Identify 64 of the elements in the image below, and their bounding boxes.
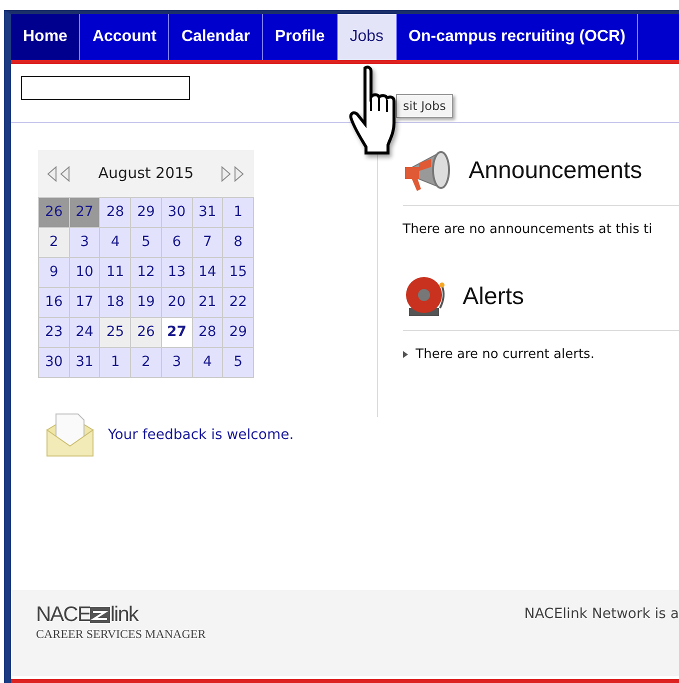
nav-tab[interactable]: Jobs [338,14,397,60]
calendar-day[interactable]: 11 [100,258,132,288]
calendar-day[interactable]: 25 [100,318,132,348]
calendar-day[interactable]: 12 [131,258,162,288]
calendar-title: August 2015 [98,163,194,184]
calendar-day[interactable]: 29 [223,318,254,348]
calendar-day[interactable]: 28 [192,318,224,348]
calendar-day[interactable]: 28 [100,198,132,228]
calendar-day[interactable]: 30 [39,348,70,378]
section-title: Alerts [462,282,524,312]
logo-subtitle: CAREER SERVICES MANAGER [36,626,206,643]
calendar-day[interactable]: 6 [162,228,193,258]
calendar-day[interactable]: 13 [162,258,193,288]
calendar-day[interactable]: 31 [192,198,224,228]
input-field[interactable] [21,76,190,100]
nav-tab[interactable]: On-campus recruiting (OCR) [396,14,638,60]
tooltip: sit Jobs [396,94,453,118]
calendar-day[interactable]: 5 [223,348,254,378]
calendar-day[interactable]: 27 [70,198,100,228]
calendar-day[interactable]: 2 [131,348,162,378]
announcement-text: There are no announcements at this ti [402,221,654,239]
logo-mark-icon [90,607,110,624]
calendar-day[interactable]: 14 [192,258,224,288]
footer-text: NACElink Network is a [524,605,679,624]
nav-tab[interactable]: Home [11,14,80,60]
logo-text: link [110,604,138,625]
calendar-day[interactable]: 8 [223,228,254,258]
calendar-day[interactable]: 2 [39,228,70,258]
calendar-day[interactable]: 23 [39,318,70,348]
calendar-day[interactable]: 29 [131,198,162,228]
feedback-link[interactable]: Your feedback is welcome. [108,424,294,446]
calendar-day[interactable]: 10 [70,258,100,288]
calendar-day[interactable]: 15 [223,258,254,288]
calendar-day[interactable]: 4 [192,348,224,378]
previous-icon[interactable] [46,166,72,182]
calendar-day[interactable]: 21 [192,288,224,318]
calendar-day[interactable]: 1 [223,198,254,228]
nav-tab[interactable]: Calendar [169,14,263,60]
calendar-day[interactable]: 3 [70,228,100,258]
section-title: Announcements [468,156,642,186]
calendar-day[interactable]: 26 [131,318,162,348]
calendar-day[interactable]: 4 [100,228,132,258]
calendar-day[interactable]: 3 [162,348,193,378]
calendar-day[interactable]: 7 [192,228,224,258]
calendar-day[interactable]: 24 [70,318,100,348]
calendar-day[interactable]: 22 [223,288,254,318]
calendar-day[interactable]: 17 [70,288,100,318]
calendar-day[interactable]: 31 [70,348,100,378]
calendar-day[interactable]: 18 [100,288,132,318]
alert-text: There are no current alerts. [416,346,594,364]
bullet-icon [402,350,408,358]
calendar-day[interactable]: 26 [39,198,70,228]
envelope-icon [44,412,96,458]
logo-text: NACE [36,604,90,625]
next-icon[interactable] [220,166,246,182]
calendar-day[interactable]: 27 [162,318,193,348]
calendar-day[interactable]: 20 [162,288,193,318]
calendar-day[interactable]: 9 [39,258,70,288]
calendar-day[interactable]: 16 [39,288,70,318]
calendar-day[interactable]: 30 [162,198,193,228]
calendar-day[interactable]: 1 [100,348,132,378]
calendar-day[interactable]: 19 [131,288,162,318]
calendar-day[interactable]: 5 [131,228,162,258]
nav-tab[interactable]: Account [80,14,170,60]
